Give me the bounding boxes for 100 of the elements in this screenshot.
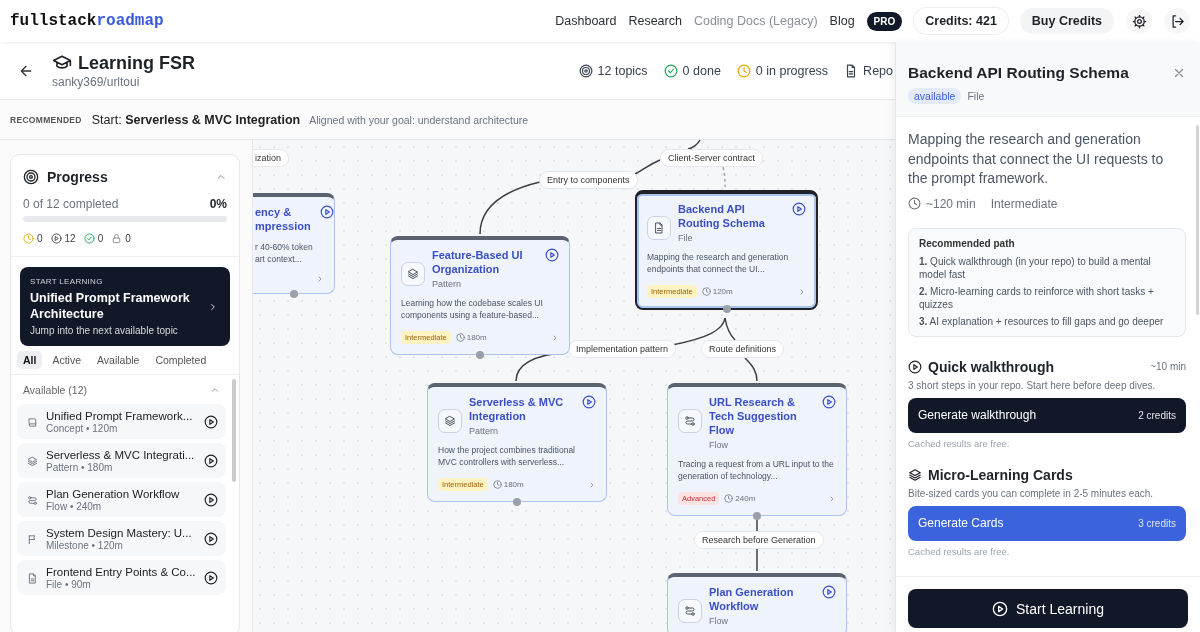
path-title: Recommended path: [919, 237, 1016, 249]
progress-title: Progress: [47, 169, 108, 185]
node-description: How the project combines traditional MVC controllers with serverless...: [438, 444, 576, 468]
topic-node[interactable]: Plan Generation Workflow Flow: [667, 573, 847, 632]
topic-meta: Pattern • 180m: [46, 462, 114, 473]
start-learning-card[interactable]: START LEARNING Unified Prompt Framework Architecture Jump into the next available topic: [20, 267, 230, 346]
edge-label: Client-Server contract: [660, 149, 764, 167]
chevron-icon: [210, 385, 220, 395]
start-learning-button[interactable]: Start Learning: [908, 589, 1188, 628]
layers-icon: [27, 455, 38, 467]
filter-tab[interactable]: Completed: [149, 351, 213, 369]
play-icon[interactable]: [545, 248, 559, 262]
clock-icon: [492, 480, 502, 489]
card-eyebrow: START LEARNING: [30, 277, 104, 286]
route-icon: [684, 605, 696, 617]
handle-dot[interactable]: [753, 512, 761, 520]
card-subtitle: Jump into the next available topic: [30, 325, 179, 336]
play-icon[interactable]: [204, 493, 218, 507]
recommendation-note: Aligned with your goal: understand architecture: [309, 113, 529, 126]
handle-dot[interactable]: [513, 498, 521, 506]
play-icon[interactable]: [582, 395, 596, 409]
close-button[interactable]: [1172, 66, 1186, 80]
node-title: Plan Generation Workflow: [709, 585, 795, 613]
play-icon[interactable]: [320, 205, 334, 219]
section-title: Micro-Learning Cards: [928, 466, 1073, 483]
topic-list-item[interactable]: Serverless & MVC Integrati... Pattern • 180m: [17, 443, 226, 478]
target-icon: [578, 63, 593, 78]
count-value: 12: [64, 233, 76, 244]
node-duration: 120m: [712, 287, 733, 296]
connector-line: [744, 357, 758, 382]
clock-icon: [701, 287, 711, 296]
logout-button[interactable]: [1164, 8, 1190, 34]
play-icon[interactable]: [792, 202, 806, 216]
count-value: 0: [37, 233, 43, 244]
topic-title: Unified Prompt Framework...: [46, 410, 194, 422]
page-title: Learning FSR: [78, 52, 195, 74]
edge-label: Entry to components: [539, 171, 638, 189]
generate-button[interactable]: Generate walkthrough 2 credits: [908, 397, 1186, 433]
duration-text: ~120 min: [926, 196, 976, 211]
play-icon[interactable]: [204, 454, 218, 468]
topic-title: Serverless & MVC Integrati...: [46, 449, 196, 461]
connector-line: [479, 181, 541, 235]
chevron-right-icon: [828, 494, 836, 503]
topic-meta: Flow • 240m: [46, 501, 103, 512]
scrollbar[interactable]: [232, 379, 236, 482]
document-icon: [653, 222, 665, 234]
recommended-label: RECOMMENDED: [10, 114, 82, 125]
filter-tab[interactable]: Available: [91, 351, 146, 369]
flag-icon: [27, 533, 38, 545]
scrollbar[interactable]: [1196, 125, 1199, 315]
clock-icon: [736, 63, 751, 78]
handle-dot[interactable]: [476, 351, 484, 359]
topic-title: Plan Generation Workflow: [46, 488, 181, 500]
route-icon: [684, 415, 696, 427]
stat-label: 12 topics: [597, 63, 648, 78]
count-value: 0: [125, 233, 131, 244]
filter-tab[interactable]: All: [17, 351, 43, 369]
settings-icon: [1131, 13, 1147, 29]
buy-credits-button[interactable]: Buy Credits: [1019, 8, 1114, 34]
edge-label: Route definitions: [701, 340, 785, 358]
stat-label: Repo: [863, 63, 893, 78]
clock-icon: [455, 333, 465, 342]
nav-link[interactable]: Research: [628, 14, 682, 28]
play-icon[interactable]: [204, 571, 218, 585]
handle-dot[interactable]: [289, 290, 298, 298]
status-badge: available: [908, 88, 962, 104]
play-icon[interactable]: [822, 395, 836, 409]
close-icon: [1172, 66, 1186, 80]
topic-list-item[interactable]: Plan Generation Workflow Flow • 240m: [17, 482, 226, 517]
nav-link[interactable]: Dashboard: [555, 14, 617, 28]
section-subtitle: Bite-sized cards you can complete in 2-5 minutes each.: [908, 487, 1155, 499]
node-duration: 180m: [503, 480, 524, 489]
generate-button[interactable]: Generate Cards 3 credits: [908, 505, 1186, 541]
edge-label: ization: [253, 149, 289, 167]
check-circle-icon: [83, 233, 95, 244]
section-subtitle: 3 short steps in your repo. Start here before deep dives.: [908, 379, 1157, 391]
connector-line: [634, 159, 661, 175]
play-icon[interactable]: [204, 532, 218, 546]
topic-list-item[interactable]: Frontend Entry Points & Co... File • 90m: [17, 560, 226, 595]
section-note: Cached results are free.: [908, 437, 1011, 449]
filter-tab[interactable]: Active: [46, 351, 87, 369]
play-icon[interactable]: [822, 585, 836, 599]
node-type: Flow: [709, 616, 729, 626]
plan-badge: PRO: [866, 11, 903, 31]
play-icon[interactable]: [204, 415, 218, 429]
node-title: URL Research & Tech Suggestion Flow: [709, 395, 798, 437]
chevron-right-icon: [551, 333, 559, 342]
topic-list-item[interactable]: System Design Mastery: U... Milestone • 120m: [17, 521, 226, 556]
connector-line: [756, 548, 758, 572]
detail-title: Backend API Routing Schema: [908, 64, 1129, 82]
edge-label: Research before Generation: [694, 531, 824, 549]
nav-link[interactable]: Blog: [829, 14, 855, 28]
topic-list-item[interactable]: Unified Prompt Framework... Concept • 120m: [17, 404, 226, 439]
play-icon: [908, 359, 922, 374]
card-title: Unified Prompt Framework Architecture: [30, 290, 191, 322]
path-step: 3. AI explanation + resources to fill gaps and go deeper: [919, 314, 1175, 328]
logo[interactable]: fullstackroadmap: [10, 12, 164, 30]
handle-dot[interactable]: [722, 305, 731, 313]
node-type: Flow: [709, 440, 729, 450]
settings-button[interactable]: [1126, 8, 1152, 34]
